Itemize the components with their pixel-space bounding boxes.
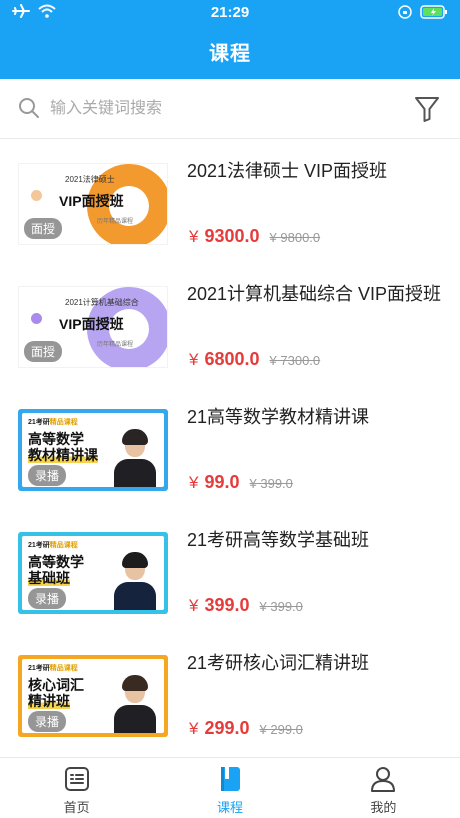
- tab-profile[interactable]: 我的: [307, 758, 460, 818]
- price-row: ¥9300.0 ¥ 9800.0: [189, 226, 320, 247]
- course-card[interactable]: 21考研精品课程 高等数学 教材精讲课 录播 21高等数学教材精讲课 ¥99.0…: [0, 385, 460, 508]
- original-price: ¥ 399.0: [259, 599, 303, 614]
- thumbnail-heading: 核心词汇: [28, 677, 84, 693]
- thumbnail-tagline: 21考研精品课程: [28, 419, 78, 426]
- thumbnail-tagline: 21考研精品课程: [28, 665, 78, 672]
- current-price: ¥6800.0: [189, 349, 260, 369]
- tab-label: 课程: [216, 800, 243, 815]
- thumbnail-card: 21考研精品课程 高等数学 基础班 录播: [22, 536, 164, 610]
- thumbnail-subtitle: 2021法律硕士: [65, 175, 115, 184]
- thumbnail-heading: 高等数学: [28, 554, 84, 570]
- course-thumbnail: 21考研精品课程 高等数学 基础班 录播: [18, 532, 168, 614]
- original-price: ¥ 9800.0: [269, 230, 321, 245]
- course-title: 2021法律硕士 VIP面授班: [187, 161, 388, 181]
- instructor-photo: [114, 675, 156, 733]
- course-title: 21高等数学教材精讲课: [187, 407, 370, 427]
- home-list-icon: [63, 765, 91, 793]
- current-price: ¥399.0: [189, 595, 250, 615]
- thumbnail-heading: VIP面授班: [59, 193, 124, 209]
- search-bar: [0, 79, 460, 139]
- tab-home[interactable]: 首页: [0, 758, 153, 818]
- course-card[interactable]: 21考研精品课程 核心词汇 精讲班 录播 21考研核心词汇精讲班 ¥299.0 …: [0, 631, 460, 754]
- original-price: ¥ 399.0: [249, 476, 293, 491]
- thumbnail-tagline: 21考研精品课程: [28, 542, 78, 549]
- course-type-badge: 录播: [28, 711, 67, 732]
- current-price: ¥99.0: [189, 472, 240, 492]
- tab-courses[interactable]: 课程: [153, 758, 306, 818]
- course-card[interactable]: 2021计算机基础综合 VIP面授班 历年精品课程 面授 2021计算机基础综合…: [0, 262, 460, 385]
- course-thumbnail: 2021计算机基础综合 VIP面授班 历年精品课程 面授: [18, 286, 168, 368]
- thumbnail-caption: 历年精品课程: [97, 219, 134, 225]
- decor-dot: [31, 313, 42, 324]
- orientation-lock-icon: [398, 5, 412, 24]
- app-header: 21:29 课程: [0, 0, 460, 79]
- thumbnail-card: 21考研精品课程 高等数学 教材精讲课 录播: [22, 413, 164, 487]
- thumbnail-subtitle: 2021计算机基础综合: [65, 298, 139, 307]
- search-input[interactable]: [50, 95, 370, 123]
- course-type-badge: 面授: [24, 218, 63, 239]
- thumbnail-heading: VIP面授班: [59, 316, 124, 332]
- course-list: 2021法律硕士 VIP面授班 历年精品课程 面授 2021法律硕士 VIP面授…: [0, 139, 460, 754]
- course-thumbnail: 21考研精品课程 核心词汇 精讲班 录播: [18, 655, 168, 737]
- thumbnail-subheading: 基础班: [28, 570, 70, 586]
- thumbnail-card: 21考研精品课程 核心词汇 精讲班 录播: [22, 659, 164, 733]
- page-title: 课程: [209, 43, 251, 65]
- decor-dot: [31, 190, 42, 201]
- price-row: ¥299.0 ¥ 299.0: [189, 718, 303, 739]
- thumbnail-subheading: 教材精讲课: [28, 447, 98, 463]
- status-right: [398, 5, 448, 24]
- price-row: ¥99.0 ¥ 399.0: [189, 472, 293, 493]
- thumbnail-caption: 历年精品课程: [97, 342, 134, 348]
- course-title: 21考研高等数学基础班: [187, 530, 370, 550]
- bottom-tab-bar: 首页 课程 我的: [0, 757, 460, 818]
- thumbnail-subheading: 精讲班: [28, 693, 70, 709]
- course-type-badge: 面授: [24, 341, 63, 362]
- course-title: 21考研核心词汇精讲班: [187, 653, 370, 673]
- original-price: ¥ 299.0: [259, 722, 303, 737]
- course-type-badge: 录播: [28, 588, 67, 609]
- original-price: ¥ 7300.0: [269, 353, 321, 368]
- instructor-photo: [114, 429, 156, 487]
- instructor-photo: [114, 552, 156, 610]
- course-title: 2021计算机基础综合 VIP面授班: [187, 284, 442, 304]
- filter-icon[interactable]: [414, 95, 440, 128]
- battery-icon: [420, 5, 448, 24]
- course-type-badge: 录播: [28, 465, 67, 486]
- course-card[interactable]: 2021法律硕士 VIP面授班 历年精品课程 面授 2021法律硕士 VIP面授…: [0, 139, 460, 262]
- course-thumbnail: 21考研精品课程 高等数学 教材精讲课 录播: [18, 409, 168, 491]
- price-row: ¥399.0 ¥ 399.0: [189, 595, 303, 616]
- search-icon: [18, 97, 40, 124]
- course-card[interactable]: 21考研精品课程 高等数学 基础班 录播 21考研高等数学基础班 ¥399.0 …: [0, 508, 460, 631]
- current-price: ¥299.0: [189, 718, 250, 738]
- current-price: ¥9300.0: [189, 226, 260, 246]
- tab-label: 首页: [63, 800, 90, 815]
- status-bar: 21:29: [0, 0, 460, 26]
- thumbnail-heading: 高等数学: [28, 431, 84, 447]
- course-book-icon: [216, 765, 244, 793]
- status-time: 21:29: [210, 4, 250, 21]
- course-thumbnail: 2021法律硕士 VIP面授班 历年精品课程 面授: [18, 163, 168, 245]
- tab-label: 我的: [370, 800, 397, 815]
- profile-person-icon: [369, 765, 397, 793]
- price-row: ¥6800.0 ¥ 7300.0: [189, 349, 320, 370]
